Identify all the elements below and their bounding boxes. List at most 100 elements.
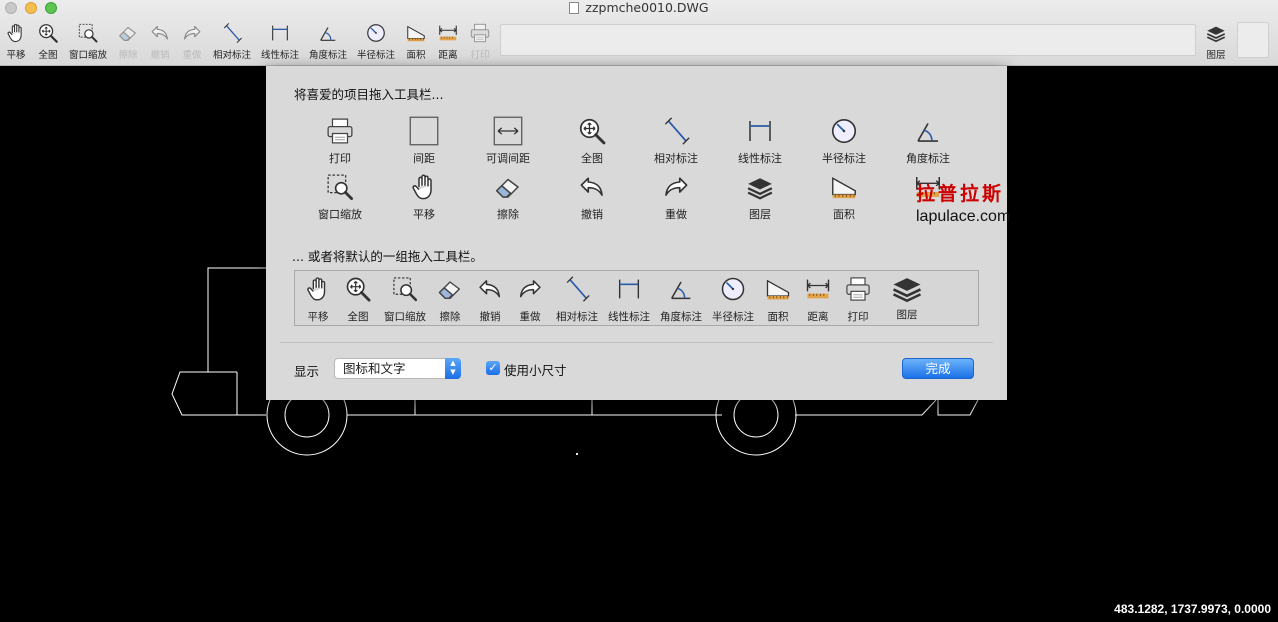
palette-item-erase[interactable]: 擦除 — [466, 172, 550, 224]
palette-item-area[interactable]: 面积 — [802, 172, 886, 224]
toolbar-zoom-extents-label: 全图 — [38, 50, 58, 61]
area-icon — [764, 275, 792, 303]
palette-item-angle-dimension[interactable]: 角度标注 — [886, 116, 970, 168]
area-icon — [829, 172, 859, 202]
center-dot — [575, 452, 579, 456]
chassis-line — [237, 399, 979, 416]
toolbar-redo-button[interactable]: 重做 — [180, 22, 204, 62]
undo-icon — [577, 172, 607, 202]
default-toolbar-set[interactable]: 平移 全图 窗口缩放 擦除 撤销 重做 相对标注 线性标注 角度标注 半径标注 … — [294, 270, 979, 326]
palette-item-undo[interactable]: 撤销 — [550, 172, 634, 224]
default-item-print: 打印 — [843, 275, 873, 324]
angle-dimension-icon — [913, 116, 943, 146]
palette-item-label: 擦除 — [497, 208, 519, 221]
toolbar-print-label: 打印 — [470, 50, 490, 61]
toolbar-zoom-window-button[interactable]: 窗口缩放 — [68, 22, 108, 62]
palette-item-zoom-extents[interactable]: 全图 — [550, 116, 634, 168]
default-item-layers: 图层 — [891, 275, 923, 322]
eraser-icon — [436, 275, 464, 303]
palette-item-print[interactable]: 打印 — [298, 116, 382, 168]
toolbar-distance-button[interactable]: 距离 — [436, 22, 460, 62]
default-item-zoom-extents: 全图 — [343, 275, 373, 324]
palette-item-label: 打印 — [329, 152, 351, 165]
done-button[interactable]: 完成 — [902, 358, 974, 379]
default-item-label: 擦除 — [439, 311, 461, 323]
hand-icon — [304, 275, 332, 303]
default-item-pan: 平移 — [303, 275, 333, 324]
palette-item-label: 线性标注 — [738, 152, 782, 165]
toolbar-linear-dimension-button[interactable]: 线性标注 — [260, 22, 300, 62]
default-item-label: 面积 — [767, 311, 789, 323]
show-mode-label: 显示 — [294, 364, 320, 379]
select-arrows-icon: ▲ ▼ — [445, 358, 461, 379]
palette-item-label: 全图 — [581, 152, 603, 165]
default-item-zoom-window: 窗口缩放 — [381, 275, 429, 324]
palette-item-radius-dimension[interactable]: 半径标注 — [802, 116, 886, 168]
layers-icon — [745, 172, 775, 202]
toolbar-area-label: 面积 — [406, 50, 426, 61]
radius-dimension-icon — [719, 275, 747, 303]
window-title: zzpmche0010.DWG — [0, 0, 1278, 16]
palette-item-label: 相对标注 — [654, 152, 698, 165]
palette-item-label: 间距 — [413, 152, 435, 165]
space-icon — [409, 116, 439, 146]
default-item-area: 面积 — [763, 275, 793, 324]
undo-icon — [149, 22, 171, 44]
show-mode-value: 图标和文字 — [343, 361, 406, 376]
eraser-icon — [117, 22, 139, 44]
default-set-heading: ... 或者将默认的一组拖入工具栏。 — [292, 249, 483, 264]
angle-dimension-icon — [667, 275, 695, 303]
toolbar-print-button[interactable]: 打印 — [468, 22, 492, 62]
palette-item-space[interactable]: 间距 — [382, 116, 466, 168]
palette-item-pan[interactable]: 平移 — [382, 172, 466, 224]
toolbar-area-button[interactable]: 面积 — [404, 22, 428, 62]
toolbar-radius-dimension-label: 半径标注 — [356, 50, 395, 61]
palette-item-label: 半径标注 — [822, 152, 866, 165]
distance-icon — [804, 275, 832, 303]
document-icon — [569, 2, 580, 14]
toolbar-undo-button[interactable]: 撤销 — [148, 22, 172, 62]
toolbar-zoom-extents-button[interactable]: 全图 — [36, 22, 60, 62]
linear-dimension-icon — [615, 275, 643, 303]
redo-icon — [181, 22, 203, 44]
toolbar-undo-label: 撤销 — [150, 50, 170, 61]
small-size-checkbox[interactable]: ✓ — [486, 361, 500, 375]
hand-icon — [5, 22, 27, 44]
toolbar-redo-label: 重做 — [182, 50, 202, 61]
redo-icon — [516, 275, 544, 303]
default-item-label: 平移 — [307, 311, 329, 323]
aligned-dimension-icon — [661, 116, 691, 146]
printer-icon — [844, 275, 872, 303]
zoom-window-icon — [391, 275, 419, 303]
radius-dimension-icon — [829, 116, 859, 146]
default-item-label: 相对标注 — [556, 311, 598, 323]
default-item-redo: 重做 — [515, 275, 545, 324]
palette-item-aligned-dimension[interactable]: 相对标注 — [634, 116, 718, 168]
zoom-extents-icon — [37, 22, 59, 44]
window-title-text: zzpmche0010.DWG — [585, 0, 709, 15]
default-item-label: 距离 — [807, 311, 829, 323]
toolbar-linear-dimension-label: 线性标注 — [260, 50, 299, 61]
show-mode-select[interactable]: 图标和文字 ▲ ▼ — [334, 358, 461, 379]
palette-item-label: 平移 — [413, 208, 435, 221]
palette-item-zoom-window[interactable]: 窗口缩放 — [298, 172, 382, 224]
chassis-ticks — [414, 400, 593, 415]
palette-item-redo[interactable]: 重做 — [634, 172, 718, 224]
toolbar-distance-label: 距离 — [438, 50, 458, 61]
redo-icon — [661, 172, 691, 202]
toolbar-layers-button[interactable]: 图层 — [1204, 22, 1228, 62]
favorites-heading: 将喜爱的项目拖入工具栏... — [294, 87, 444, 102]
window-titlebar: zzpmche0010.DWG 平移 全图 窗口缩放 擦除 撤销 重做 相对标注… — [0, 0, 1278, 66]
toolbar-angle-dimension-button[interactable]: 角度标注 — [308, 22, 348, 62]
default-item-label: 角度标注 — [660, 311, 702, 323]
default-item-label: 重做 — [519, 311, 541, 323]
toolbar-aligned-dimension-button[interactable]: 相对标注 — [212, 22, 252, 62]
watermark-cn: 拉普拉斯 — [916, 183, 1005, 205]
toolbar-radius-dimension-button[interactable]: 半径标注 — [356, 22, 396, 62]
toolbar-pan-button[interactable]: 平移 — [4, 22, 28, 62]
palette-item-linear-dimension[interactable]: 线性标注 — [718, 116, 802, 168]
palette-item-layers[interactable]: 图层 — [718, 172, 802, 224]
toolbar-erase-button[interactable]: 擦除 — [116, 22, 140, 62]
palette-item-flexible-space[interactable]: 可调间距 — [466, 116, 550, 168]
cab-outline — [207, 267, 266, 372]
